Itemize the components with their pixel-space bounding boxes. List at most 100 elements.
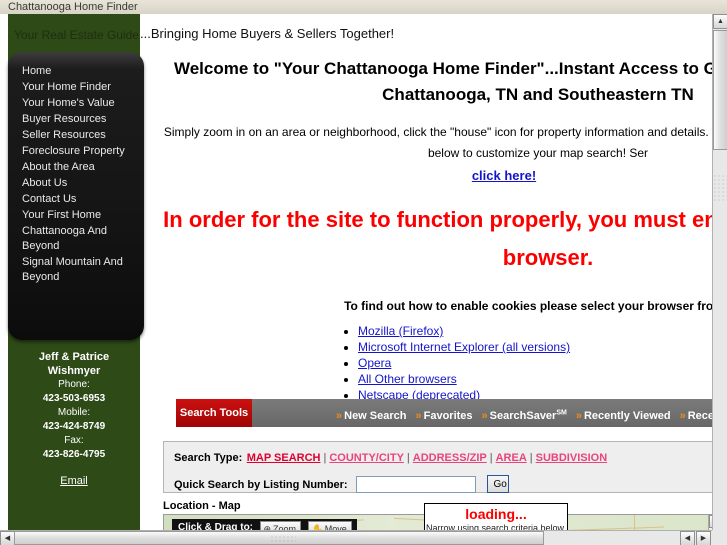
contact-phone-label: Phone:	[58, 379, 90, 390]
search-type-label: Search Type:	[174, 452, 243, 464]
toolbar-link-new-search[interactable]: New Search	[344, 410, 406, 422]
banner-tagline: ...Bringing Home Buyers & Sellers Togeth…	[140, 26, 395, 41]
sidebar-item-your-first-home[interactable]: Your First Home	[8, 208, 144, 223]
map-vertical-scrollbar[interactable]: ▲ ▼	[708, 515, 712, 530]
double-chevron-icon: »	[481, 409, 488, 422]
sidebar-item-buyer-resources[interactable]: Buyer Resources	[8, 112, 144, 127]
sidebar-item-about-the-area[interactable]: About the Area	[8, 160, 144, 175]
sidebar-item-label: Chattanooga And Beyond	[22, 225, 108, 252]
map-road	[634, 515, 635, 530]
page-title: Welcome to "Your Chattanooga Home Finder…	[173, 59, 712, 104]
contact-mobile-value: 423-424-8749	[42, 421, 106, 432]
sidebar-item-contact-us[interactable]: Contact Us	[8, 192, 144, 207]
main-content: Welcome to "Your Chattanooga Home Finder…	[148, 50, 712, 403]
cookie-instruction-text: To find out how to enable cookies please…	[344, 299, 712, 313]
list-item: All Other browsers	[358, 371, 712, 387]
search-type-area[interactable]: AREA	[496, 452, 527, 464]
sidebar-item-home[interactable]: Home	[8, 64, 144, 79]
sidebar-item-label: Signal Mountain And Beyond	[22, 256, 123, 283]
contact-name-line1: Jeff & Patrice	[38, 351, 110, 363]
window-resize-grip[interactable]	[712, 530, 727, 545]
go-button[interactable]: Go	[486, 475, 509, 493]
banner-tagline-left: Your Real Estate Guide	[14, 28, 139, 42]
separator: |	[323, 452, 327, 464]
horizontal-scroll-thumb[interactable]	[14, 531, 544, 545]
search-type-map-search[interactable]: MAP SEARCH	[247, 452, 321, 464]
search-criteria-panel: Search Type: MAP SEARCH | COUNTY/CITY | ADDR…	[163, 441, 712, 493]
contact-email-link[interactable]: Email	[60, 474, 88, 488]
sidebar-item-label: About Us	[22, 177, 68, 189]
browser-link[interactable]: Microsoft Internet Explorer (all version…	[358, 340, 570, 354]
site-banner: Your Real Estate Guide ...Bringing Home …	[0, 14, 712, 50]
separator: |	[529, 452, 533, 464]
sidebar-item-signal-mountain-and-beyond[interactable]: Signal Mountain And Beyond	[8, 255, 144, 285]
toolbar-link-searchsaver[interactable]: SearchSaverSM	[490, 409, 567, 422]
sidebar-item-foreclosure-property[interactable]: Foreclosure Property	[8, 144, 144, 159]
browser-link[interactable]: All Other browsers	[358, 372, 457, 386]
vertical-scroll-thumb[interactable]	[713, 30, 727, 150]
quick-search-row: Quick Search by Listing Number: Go	[174, 475, 712, 493]
search-type-address-zip[interactable]: ADDRESS/ZIP	[413, 452, 487, 464]
page-viewport: Your Real Estate Guide ...Bringing Home …	[0, 14, 712, 530]
sidebar-item-label: Foreclosure Property	[22, 145, 125, 157]
list-item: Opera	[358, 355, 712, 371]
page-vertical-scrollbar[interactable]: ▲	[712, 14, 727, 530]
sidebar: Home Your Home Finder Your Home's Value Buy…	[8, 50, 144, 530]
scroll-up-button[interactable]: ▲	[713, 14, 727, 29]
loading-title: loading...	[465, 506, 527, 522]
sidebar-item-label: Seller Resources	[22, 129, 106, 141]
sidebar-item-your-home-finder[interactable]: Your Home Finder	[8, 80, 144, 95]
toolbar-link-recently-viewed[interactable]: Recently Viewed	[584, 410, 671, 422]
contact-name-line2: Wishmyer	[47, 365, 101, 377]
search-type-county-city[interactable]: COUNTY/CITY	[329, 452, 404, 464]
sidebar-item-chattanooga-and-beyond[interactable]: Chattanooga And Beyond	[8, 224, 144, 254]
map-scroll-up-button[interactable]: ▲	[709, 515, 712, 528]
sidebar-item-seller-resources[interactable]: Seller Resources	[8, 128, 144, 143]
scroll-left-end-button[interactable]: ◀	[680, 531, 695, 545]
double-chevron-icon: »	[415, 409, 422, 422]
double-chevron-icon: »	[575, 409, 582, 422]
sidebar-item-label: Your Home Finder	[22, 81, 111, 93]
sidebar-item-label: Your Home's Value	[22, 97, 115, 109]
double-chevron-icon: »	[336, 409, 343, 422]
browser-link[interactable]: Opera	[358, 356, 391, 370]
toolbar-link-favorites[interactable]: Favorites	[424, 410, 473, 422]
scroll-right-button[interactable]: ▶	[696, 531, 711, 545]
search-tools-toolbar: Search Tools » New Search» Favorites» Searc…	[176, 399, 712, 427]
browser-window: Chattanooga Home Finder Your Real Estate…	[0, 0, 727, 545]
sidebar-nav-panel: Home Your Home Finder Your Home's Value Buy…	[8, 52, 144, 340]
map-drag-toolbar: Click & Drag to: ⊕ Zoom ✋ Move	[172, 519, 357, 530]
sidebar-item-label: Home	[22, 65, 52, 77]
map-move-button[interactable]: ✋ Move	[308, 520, 352, 530]
double-chevron-icon: »	[679, 409, 686, 422]
quick-search-label: Quick Search by Listing Number:	[174, 479, 348, 492]
sidebar-contact-block: Jeff & Patrice Wishmyer Phone: 423-503-6…	[8, 350, 140, 489]
toolbar-links: » New Search» Favorites» SearchSaverSM» Rece…	[336, 399, 712, 427]
sidebar-item-label: About the Area	[22, 161, 95, 173]
sidebar-item-label: Buyer Resources	[22, 113, 107, 125]
toolbar-link-recent-s[interactable]: Recent S	[688, 410, 712, 422]
browser-link[interactable]: Mozilla (Firefox)	[358, 324, 443, 338]
list-item: Mozilla (Firefox)	[358, 323, 712, 339]
hscroll-grip	[270, 535, 296, 543]
browser-links-list: Mozilla (Firefox) Microsoft Internet Expl…	[148, 323, 712, 403]
search-tools-tab[interactable]: Search Tools	[176, 399, 252, 427]
service-mark-superscript: SM	[556, 409, 567, 416]
loading-subtitle: Narrow using search criteria below.	[425, 523, 567, 530]
list-item: Microsoft Internet Explorer (all version…	[358, 339, 712, 355]
click-here-link[interactable]: click here!	[148, 168, 712, 183]
search-type-subdivision[interactable]: SUBDIVISION	[536, 452, 608, 464]
loading-overlay: loading... Narrow using search criteria …	[424, 503, 568, 530]
contact-mobile-label: Mobile:	[57, 407, 91, 418]
window-title: Chattanooga Home Finder	[8, 1, 138, 13]
separator: |	[489, 452, 493, 464]
listing-number-input[interactable]	[356, 475, 477, 493]
sidebar-item-label: Your First Home	[22, 209, 102, 221]
contact-fax-label: Fax:	[64, 435, 84, 446]
scroll-left-button[interactable]: ◀	[0, 531, 15, 545]
intro-paragraph: Simply zoom in on an area or neighborhoo…	[163, 125, 712, 160]
sidebar-item-your-home-s-value[interactable]: Your Home's Value	[8, 96, 144, 111]
map-zoom-button[interactable]: ⊕ Zoom	[260, 520, 302, 530]
page-horizontal-scrollbar[interactable]: ◀ ◀ ▶	[0, 530, 727, 545]
sidebar-item-about-us[interactable]: About Us	[8, 176, 144, 191]
